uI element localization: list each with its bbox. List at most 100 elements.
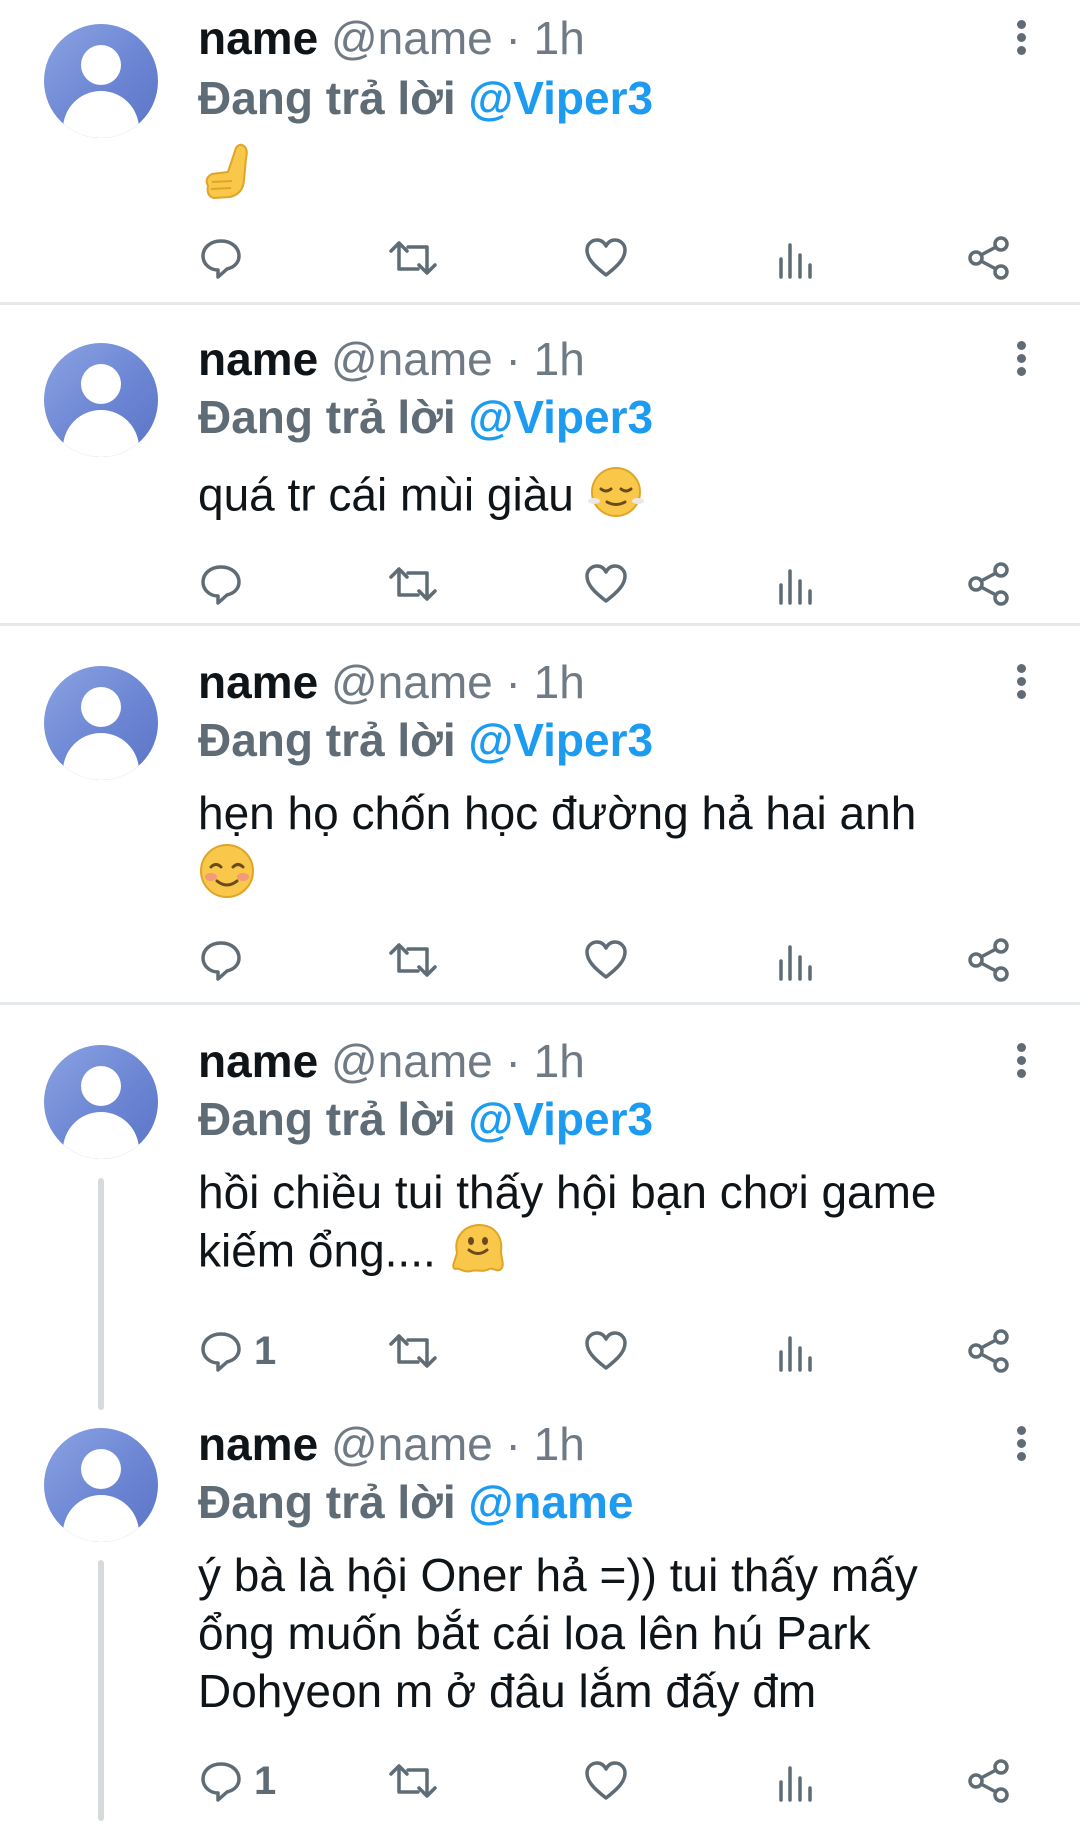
reply-button[interactable] xyxy=(198,230,244,286)
user-handle[interactable]: @name xyxy=(331,12,493,64)
views-button[interactable] xyxy=(776,1323,816,1379)
tweet[interactable]: name @name · 1h Đang trả lời @Viper3 hẹn… xyxy=(0,626,1080,1002)
separator-dot: · xyxy=(505,1418,521,1470)
reply-icon xyxy=(201,1762,241,1802)
more-options-icon[interactable] xyxy=(1004,333,1038,383)
display-name[interactable]: name xyxy=(198,656,318,708)
replying-to-handle[interactable]: @Viper3 xyxy=(468,72,653,124)
share-icon xyxy=(968,562,1009,606)
avatar[interactable] xyxy=(44,24,158,138)
replying-to-handle[interactable]: @Viper3 xyxy=(468,391,653,443)
tweet-text-line: ổng muốn bắt cái loa lên hú Park xyxy=(198,1607,871,1659)
user-handle[interactable]: @name xyxy=(331,1418,493,1470)
timestamp[interactable]: 1h xyxy=(534,333,585,385)
avatar[interactable] xyxy=(44,343,158,457)
reply-icon xyxy=(201,239,241,279)
tweet-header: name @name · 1h xyxy=(198,12,585,64)
user-handle[interactable]: @name xyxy=(331,656,493,708)
views-icon xyxy=(779,243,812,279)
retweet-button[interactable] xyxy=(388,556,438,612)
more-options-icon[interactable] xyxy=(1004,1035,1038,1085)
tweet[interactable]: name @name · 1h Đang trả lời @Viper3 xyxy=(0,0,1080,302)
timestamp[interactable]: 1h xyxy=(534,656,585,708)
timestamp[interactable]: 1h xyxy=(534,1035,585,1087)
views-icon xyxy=(779,1336,812,1372)
more-options-icon[interactable] xyxy=(1004,656,1038,706)
display-name[interactable]: name xyxy=(198,12,318,64)
reply-count: 1 xyxy=(254,1328,277,1373)
user-handle[interactable]: @name xyxy=(331,1035,493,1087)
retweet-icon xyxy=(389,241,437,275)
views-button[interactable] xyxy=(776,1753,816,1809)
avatar[interactable] xyxy=(44,1045,158,1159)
tweet[interactable]: name @name · 1h Đang trả lời @Viper3 hồi… xyxy=(0,1005,1080,1410)
reply-icon xyxy=(201,1332,241,1372)
tweet-text: ý bà là hội Oner hả =)) tui thấy mấy ổng… xyxy=(198,1546,1028,1720)
tweet-actions xyxy=(198,556,1038,612)
share-button[interactable] xyxy=(966,230,1012,286)
avatar[interactable] xyxy=(44,1428,158,1542)
tweet-text xyxy=(198,142,1028,215)
tweet-actions: 1 xyxy=(198,1323,1038,1379)
timestamp[interactable]: 1h xyxy=(534,12,585,64)
separator-dot: · xyxy=(505,656,521,708)
tweet[interactable]: name @name · 1h Đang trả lời @Viper3 quá… xyxy=(0,305,1080,623)
tweet[interactable]: name @name · 1h Đang trả lời @name ý bà … xyxy=(0,1388,1080,1821)
reply-button[interactable] xyxy=(198,556,244,612)
tweet-actions xyxy=(198,932,1038,988)
reply-button[interactable]: 1 xyxy=(198,1323,276,1379)
smiling-blushing-face-emoji xyxy=(198,842,256,913)
like-icon xyxy=(585,238,627,277)
views-icon xyxy=(779,1766,812,1802)
tweet-text-line: kiếm ổng.... xyxy=(198,1224,436,1277)
reply-icon xyxy=(201,941,241,981)
like-button[interactable] xyxy=(583,556,629,612)
replying-to: Đang trả lời @name xyxy=(198,1474,633,1530)
retweet-button[interactable] xyxy=(388,1323,438,1379)
retweet-button[interactable] xyxy=(388,932,438,988)
separator-dot: · xyxy=(505,1035,521,1087)
tweet-header: name @name · 1h xyxy=(198,333,585,385)
share-button[interactable] xyxy=(966,556,1012,612)
avatar[interactable] xyxy=(44,666,158,780)
timestamp[interactable]: 1h xyxy=(534,1418,585,1470)
more-options-icon[interactable] xyxy=(1004,1418,1038,1468)
replying-to-handle[interactable]: @Viper3 xyxy=(468,714,653,766)
user-handle[interactable]: @name xyxy=(331,333,493,385)
more-options-icon[interactable] xyxy=(1004,12,1038,62)
views-icon xyxy=(779,569,812,605)
views-button[interactable] xyxy=(776,932,816,988)
tweet-text-line-with-emoji: kiếm ổng.... xyxy=(198,1221,1028,1288)
like-button[interactable] xyxy=(583,1323,629,1379)
retweet-button[interactable] xyxy=(388,1753,438,1809)
replying-to-label: Đang trả lời xyxy=(198,1476,456,1528)
like-icon xyxy=(585,1761,627,1800)
replying-to-label: Đang trả lời xyxy=(198,391,456,443)
tweet-text-line: Dohyeon m ở đâu lắm đấy đm xyxy=(198,1665,817,1717)
reply-button[interactable] xyxy=(198,932,244,988)
like-button[interactable] xyxy=(583,1753,629,1809)
retweet-icon xyxy=(389,1334,437,1368)
like-icon xyxy=(585,564,627,603)
display-name[interactable]: name xyxy=(198,1035,318,1087)
replying-to-handle[interactable]: @name xyxy=(468,1476,633,1528)
share-icon xyxy=(968,236,1009,280)
like-button[interactable] xyxy=(583,230,629,286)
retweet-icon xyxy=(389,943,437,977)
display-name[interactable]: name xyxy=(198,333,318,385)
tweet-header: name @name · 1h xyxy=(198,1035,585,1087)
share-icon xyxy=(968,1759,1009,1803)
views-button[interactable] xyxy=(776,556,816,612)
reply-button[interactable]: 1 xyxy=(198,1753,276,1809)
replying-to-label: Đang trả lời xyxy=(198,72,456,124)
share-button[interactable] xyxy=(966,932,1012,988)
views-button[interactable] xyxy=(776,230,816,286)
share-button[interactable] xyxy=(966,1323,1012,1379)
display-name[interactable]: name xyxy=(198,1418,318,1470)
like-button[interactable] xyxy=(583,932,629,988)
share-button[interactable] xyxy=(966,1753,1012,1809)
retweet-button[interactable] xyxy=(388,230,438,286)
replying-to-label: Đang trả lời xyxy=(198,714,456,766)
tweet-header: name @name · 1h xyxy=(198,1418,585,1470)
retweet-icon xyxy=(389,1764,437,1798)
